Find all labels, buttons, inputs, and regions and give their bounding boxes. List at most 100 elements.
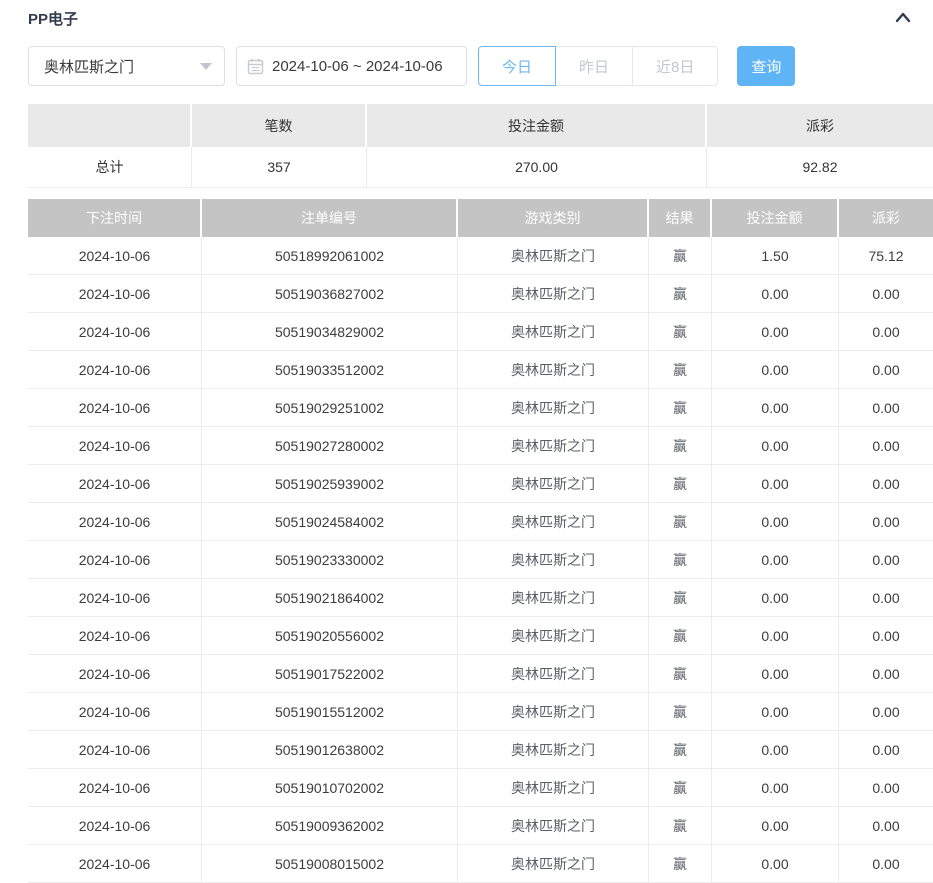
pp-games-report-page: PP电子 奥林匹斯之门 2024-10-06 ~ 2024-10-06 今日 昨…	[0, 0, 933, 871]
cell-bet-amount: 0.00	[712, 845, 839, 882]
cell-bet-time: 2024-10-06	[28, 807, 202, 844]
table-row: 2024-10-06 50519036827002 奥林匹斯之门 赢 0.00 …	[28, 275, 933, 313]
table-row: 2024-10-06 50519012638002 奥林匹斯之门 赢 0.00 …	[28, 731, 933, 769]
cell-game-type: 奥林匹斯之门	[458, 275, 649, 312]
cell-payout: 0.00	[839, 617, 933, 654]
table-row: 2024-10-06 50519023330002 奥林匹斯之门 赢 0.00 …	[28, 541, 933, 579]
cell-payout: 0.00	[839, 465, 933, 502]
cell-bet-time: 2024-10-06	[28, 541, 202, 578]
cell-result: 赢	[649, 845, 712, 882]
cell-payout: 0.00	[839, 655, 933, 692]
cell-game-type: 奥林匹斯之门	[458, 807, 649, 844]
cell-result: 赢	[649, 503, 712, 540]
table-row: 2024-10-06 50519008015002 奥林匹斯之门 赢 0.00 …	[28, 845, 933, 883]
titlebar: PP电子	[28, 6, 915, 30]
cell-game-type: 奥林匹斯之门	[458, 617, 649, 654]
summary-total-payout: 92.82	[707, 147, 933, 187]
cell-payout: 0.00	[839, 313, 933, 350]
cell-bet-time: 2024-10-06	[28, 617, 202, 654]
cell-result: 赢	[649, 237, 712, 274]
cell-bet-time: 2024-10-06	[28, 693, 202, 730]
last-8-days-button[interactable]: 近8日	[633, 46, 718, 86]
cell-result: 赢	[649, 617, 712, 654]
cell-bet-time: 2024-10-06	[28, 579, 202, 616]
cell-bet-id: 50519021864002	[202, 579, 458, 616]
cell-game-type: 奥林匹斯之门	[458, 465, 649, 502]
header-bet-amount: 投注金额	[712, 199, 839, 237]
summary-header-count: 笔数	[192, 104, 367, 147]
cell-result: 赢	[649, 389, 712, 426]
cell-payout: 0.00	[839, 693, 933, 730]
cell-game-type: 奥林匹斯之门	[458, 351, 649, 388]
cell-bet-id: 50518992061002	[202, 237, 458, 274]
table-row: 2024-10-06 50519020556002 奥林匹斯之门 赢 0.00 …	[28, 617, 933, 655]
quick-date-button-group: 今日 昨日 近8日	[478, 46, 718, 86]
cell-bet-time: 2024-10-06	[28, 769, 202, 806]
yesterday-button[interactable]: 昨日	[556, 46, 633, 86]
cell-game-type: 奥林匹斯之门	[458, 845, 649, 882]
cell-bet-amount: 0.00	[712, 807, 839, 844]
cell-payout: 0.00	[839, 769, 933, 806]
cell-payout: 0.00	[839, 503, 933, 540]
cell-result: 赢	[649, 731, 712, 768]
search-button[interactable]: 查询	[737, 46, 795, 86]
cell-bet-amount: 0.00	[712, 579, 839, 616]
cell-payout: 0.00	[839, 427, 933, 464]
cell-payout: 0.00	[839, 807, 933, 844]
calendar-icon	[247, 58, 264, 75]
cell-bet-amount: 0.00	[712, 389, 839, 426]
cell-bet-id: 50519008015002	[202, 845, 458, 882]
cell-game-type: 奥林匹斯之门	[458, 389, 649, 426]
cell-bet-amount: 0.00	[712, 617, 839, 654]
chevron-up-icon	[893, 8, 913, 28]
page-title: PP电子	[28, 8, 78, 29]
table-row: 2024-10-06 50518992061002 奥林匹斯之门 赢 1.50 …	[28, 237, 933, 275]
cell-result: 赢	[649, 465, 712, 502]
cell-result: 赢	[649, 655, 712, 692]
cell-payout: 0.00	[839, 541, 933, 578]
summary-total-bet-amount: 270.00	[367, 147, 707, 187]
summary-header-row: 笔数 投注金额 派彩	[28, 104, 933, 147]
cell-game-type: 奥林匹斯之门	[458, 503, 649, 540]
cell-bet-time: 2024-10-06	[28, 731, 202, 768]
cell-bet-time: 2024-10-06	[28, 389, 202, 426]
table-row: 2024-10-06 50519029251002 奥林匹斯之门 赢 0.00 …	[28, 389, 933, 427]
table-row: 2024-10-06 50519024584002 奥林匹斯之门 赢 0.00 …	[28, 503, 933, 541]
cell-result: 赢	[649, 427, 712, 464]
cell-bet-time: 2024-10-06	[28, 465, 202, 502]
cell-bet-amount: 0.00	[712, 313, 839, 350]
header-game-type: 游戏类别	[458, 199, 649, 237]
cell-bet-time: 2024-10-06	[28, 427, 202, 464]
summary-total-row: 总计 357 270.00 92.82	[28, 147, 933, 188]
today-button[interactable]: 今日	[478, 46, 556, 86]
cell-result: 赢	[649, 541, 712, 578]
cell-game-type: 奥林匹斯之门	[458, 693, 649, 730]
date-range-input[interactable]: 2024-10-06 ~ 2024-10-06	[236, 46, 467, 86]
cell-bet-id: 50519036827002	[202, 275, 458, 312]
collapse-section-button[interactable]	[891, 6, 915, 30]
cell-bet-time: 2024-10-06	[28, 313, 202, 350]
game-select-value: 奥林匹斯之门	[44, 56, 200, 77]
filter-bar: 奥林匹斯之门 2024-10-06 ~ 2024-10-06 今日 昨日 近8日…	[28, 46, 795, 86]
cell-bet-amount: 0.00	[712, 769, 839, 806]
cell-bet-amount: 0.00	[712, 275, 839, 312]
cell-bet-id: 50519025939002	[202, 465, 458, 502]
cell-bet-id: 50519024584002	[202, 503, 458, 540]
table-row: 2024-10-06 50519027280002 奥林匹斯之门 赢 0.00 …	[28, 427, 933, 465]
cell-bet-id: 50519009362002	[202, 807, 458, 844]
cell-bet-amount: 0.00	[712, 503, 839, 540]
cell-game-type: 奥林匹斯之门	[458, 769, 649, 806]
cell-game-type: 奥林匹斯之门	[458, 579, 649, 616]
cell-bet-amount: 0.00	[712, 655, 839, 692]
cell-bet-id: 50519034829002	[202, 313, 458, 350]
table-row: 2024-10-06 50519034829002 奥林匹斯之门 赢 0.00 …	[28, 313, 933, 351]
header-bet-id: 注单编号	[202, 199, 458, 237]
cell-bet-amount: 0.00	[712, 731, 839, 768]
cell-result: 赢	[649, 769, 712, 806]
header-payout: 派彩	[839, 199, 933, 237]
cell-result: 赢	[649, 579, 712, 616]
cell-result: 赢	[649, 351, 712, 388]
summary-header-payout: 派彩	[707, 104, 933, 147]
cell-bet-time: 2024-10-06	[28, 503, 202, 540]
game-select[interactable]: 奥林匹斯之门	[28, 46, 225, 86]
